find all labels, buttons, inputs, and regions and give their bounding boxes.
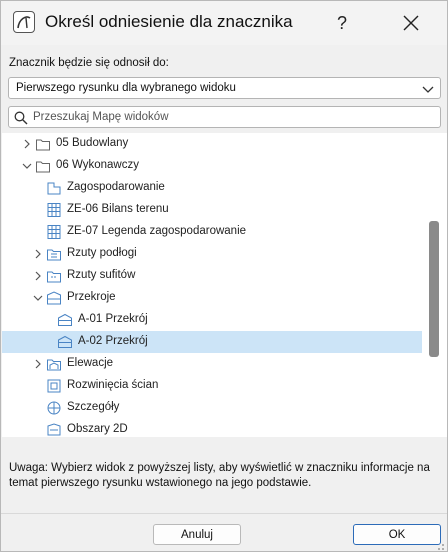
view-map-tree: 05 Budowlany 06 Wykonawczy Zagospodarowani…	[2, 133, 447, 437]
section-folder-icon	[47, 291, 61, 305]
close-icon	[403, 15, 419, 31]
tree-row-label: ZE-07 Legenda zagospodarowanie	[67, 225, 247, 237]
tree-row-label: 05 Budowlany	[56, 137, 129, 149]
tree-row-label: ZE-06 Bilans terenu	[67, 203, 169, 215]
section-icon	[58, 335, 72, 348]
section-icon	[58, 313, 72, 326]
tree-row[interactable]: 06 Wykonawczy	[2, 155, 422, 177]
tree-row-label: Elewacje	[67, 357, 114, 369]
archicad-icon	[13, 11, 35, 33]
chevron-right-icon[interactable]	[32, 270, 44, 282]
resize-grip-icon[interactable]	[435, 541, 445, 551]
tree-row[interactable]: ZE-07 Legenda zagospodarowanie	[2, 221, 422, 243]
tree-row-label: Obszary 2D	[67, 423, 128, 435]
chevron-down-icon[interactable]	[32, 292, 44, 304]
chevron-down-icon	[422, 86, 434, 93]
detail-icon	[47, 401, 61, 415]
reference-dropdown-value: Pierwszego rysunku dla wybranego widoku	[16, 82, 236, 94]
close-button[interactable]	[385, 1, 437, 45]
search-input[interactable]	[33, 109, 433, 125]
tree-row[interactable]: 05 Budowlany	[2, 133, 422, 155]
floor-plan-folder-icon	[47, 249, 61, 261]
folder-icon	[36, 161, 50, 173]
tree-row[interactable]: ZE-06 Bilans terenu	[2, 199, 422, 221]
schedule-icon	[47, 203, 61, 217]
note-text: Uwaga: Wybierz widok z powyższej listy, …	[9, 462, 430, 489]
title-bar: Określ odniesienie dla znacznika ?	[1, 1, 447, 45]
dialog-window: Określ odniesienie dla znacznika ? Znacz…	[0, 0, 448, 552]
chevron-right-icon[interactable]	[32, 248, 44, 260]
ok-button[interactable]: OK	[353, 524, 441, 545]
tree-row[interactable]: Elewacje	[2, 353, 422, 375]
tree-row[interactable]: Zagospodarowanie	[2, 177, 422, 199]
tree-row[interactable]: Obszary 2D	[2, 419, 422, 437]
tree-row[interactable]: A-02 Przekrój	[2, 331, 422, 353]
tree-row[interactable]: Szczegóły	[2, 397, 422, 419]
search-box	[8, 106, 441, 128]
tree-row-label: A-01 Przekrój	[78, 313, 148, 325]
tree-row[interactable]: A-01 Przekrój	[2, 309, 422, 331]
tree-row-label: Rzuty sufitów	[67, 269, 136, 281]
footer-divider	[1, 513, 447, 514]
tree-row[interactable]: Przekroje	[2, 287, 422, 309]
tree-row-label: Przekroje	[67, 291, 116, 303]
site-plan-icon	[47, 182, 61, 195]
reference-dropdown[interactable]: Pierwszego rysunku dla wybranego widoku	[8, 77, 441, 99]
tree-row-label: A-02 Przekrój	[78, 335, 148, 347]
chevron-right-icon[interactable]	[21, 138, 33, 150]
chevron-right-icon[interactable]	[32, 358, 44, 370]
tree-row-label: Szczegóły	[67, 401, 120, 413]
tree-row-label: Zagospodarowanie	[67, 181, 165, 193]
interior-elevation-icon	[47, 379, 61, 393]
tree-scrollbar[interactable]	[425, 133, 441, 437]
tree-row-label: Rzuty podłogi	[67, 247, 137, 259]
dialog-title: Określ odniesienie dla znacznika	[45, 12, 293, 31]
reference-label: Znacznik będzie się odnosił do:	[9, 57, 169, 69]
tree-row-label: 06 Wykonawczy	[56, 159, 139, 171]
elevation-folder-icon	[47, 359, 61, 371]
tree-row[interactable]: Rozwinięcia ścian	[2, 375, 422, 397]
chevron-down-icon[interactable]	[21, 160, 33, 172]
tree-row-label: Rozwinięcia ścian	[67, 379, 159, 391]
help-button[interactable]: ?	[319, 1, 365, 45]
ceiling-plan-folder-icon	[47, 271, 61, 283]
cancel-button[interactable]: Anuluj	[153, 524, 241, 545]
tree-row[interactable]: Rzuty sufitów	[2, 265, 422, 287]
search-icon	[14, 111, 28, 125]
tree-row[interactable]: Rzuty podłogi	[2, 243, 422, 265]
worksheet-icon	[47, 423, 61, 436]
scroll-thumb[interactable]	[429, 221, 439, 357]
folder-icon	[36, 139, 50, 151]
schedule-icon	[47, 225, 61, 239]
